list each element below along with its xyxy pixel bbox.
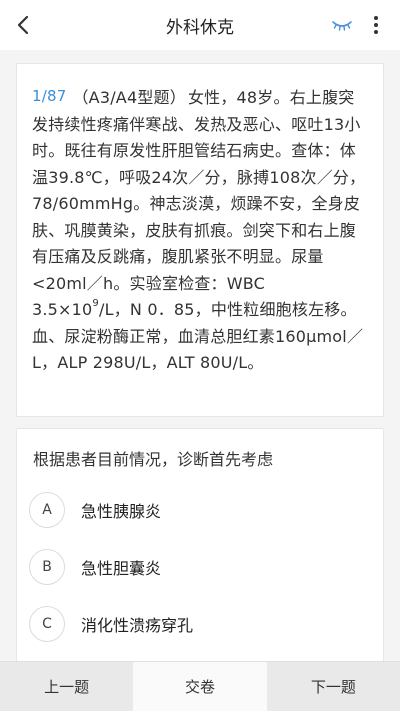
submit-exam-button[interactable]: 交卷: [133, 662, 267, 711]
eye-closed-icon: [332, 21, 352, 31]
question-index: 1/87: [32, 87, 67, 105]
back-button[interactable]: [8, 9, 40, 41]
option-text: 急性胆囊炎: [81, 559, 162, 578]
option-b[interactable]: B 急性胆囊炎: [29, 549, 383, 585]
option-a[interactable]: A 急性胰腺炎: [29, 492, 383, 528]
option-text: 消化性溃疡穿孔: [81, 616, 194, 635]
stem-text-part1: 女性，48岁。右上腹突发持续性疼痛伴寒战、发热及恶心、呕吐13小时。既往有原发性…: [32, 88, 366, 319]
option-letter: B: [29, 549, 65, 585]
chevron-left-icon: [17, 15, 29, 35]
page-title: 外科休克: [166, 17, 234, 38]
question-stem: 1/87 （A3/A4型题） 女性，48岁。右上腹突发持续性疼痛伴寒战、发热及恶心、…: [32, 83, 368, 377]
option-text: 急性胰腺炎: [81, 502, 162, 521]
top-bar: 外科休克: [0, 0, 400, 50]
option-letter: C: [29, 606, 65, 642]
prev-question-button[interactable]: 上一题: [0, 662, 134, 711]
question-text: 根据患者目前情况，诊断首先考虑: [33, 450, 274, 469]
next-question-button[interactable]: 下一题: [266, 662, 400, 711]
eye-toggle-button[interactable]: [330, 13, 354, 37]
question-stem-card: 1/87 （A3/A4型题） 女性，48岁。右上腹突发持续性疼痛伴寒战、发热及恶心、…: [16, 63, 384, 417]
option-c[interactable]: C 消化性溃疡穿孔: [29, 606, 383, 642]
more-button[interactable]: [366, 11, 386, 39]
more-vertical-icon: [374, 16, 378, 34]
question-type: （A3/A4型题）: [72, 88, 186, 107]
question-card: 根据患者目前情况，诊断首先考虑 A 急性胰腺炎 B 急性胆囊炎 C 消化性溃疡穿…: [16, 428, 384, 668]
bottom-bar: 上一题 交卷 下一题: [0, 661, 400, 711]
option-letter: A: [29, 492, 65, 528]
